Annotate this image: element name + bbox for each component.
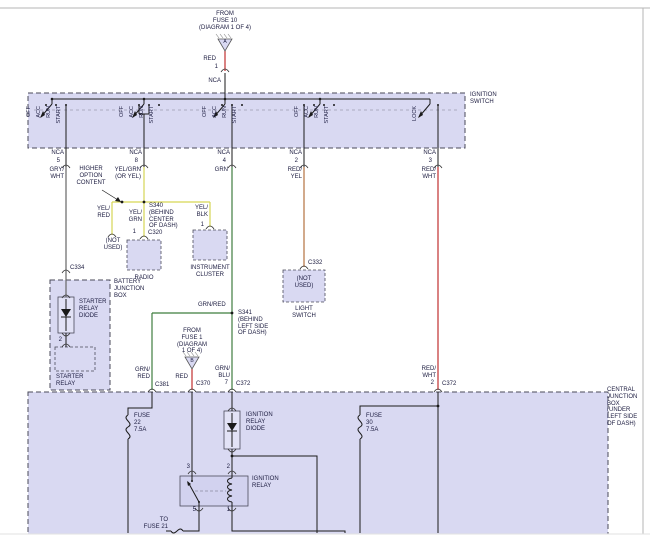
fuse-30-label: FUSE 30 7.5A	[366, 413, 390, 433]
instrument-cluster-box	[193, 230, 227, 260]
pin-2-bottom: 2	[424, 380, 434, 387]
nca-pin5: NCA	[44, 150, 64, 157]
nca-pin3: NCA	[416, 150, 436, 157]
note-from-fuse1: FROM FUSE 1 (DIAGRAM 1 OF 4)	[170, 328, 214, 355]
nca-pin4: NCA	[210, 150, 230, 157]
connector-c372-left: C372	[236, 381, 260, 388]
battery-junction-box-label: BATTERY JUNCTION BOX	[114, 279, 154, 299]
fuse-22-label: FUSE 22 7.5A	[134, 413, 158, 433]
wiring-diagram: FROM FUSE 10 (DIAGRAM 1 OF 4) A RED 1 NC…	[0, 0, 650, 545]
splice-s341	[231, 312, 234, 315]
ignition-switch-box	[28, 93, 465, 148]
sw2-pos-run: RUN	[139, 106, 146, 126]
sw2-pos-start: START	[149, 106, 156, 126]
not-used-note: (NOT USED)	[98, 238, 128, 252]
wire-label-red-wht-bottom: RED/ WHT	[412, 366, 436, 380]
radio-box	[127, 240, 161, 270]
connector-c372-right: C372	[442, 381, 466, 388]
sw2-pos-acc: ACC	[129, 106, 136, 126]
sw4-pos-run: RUN	[314, 106, 321, 126]
nca-pin8: NCA	[122, 150, 142, 157]
light-switch-not-used: (NOT USED)	[289, 276, 319, 290]
connector-c320: C320	[148, 230, 172, 237]
connector-c334: C334	[70, 265, 94, 272]
sw1-pos-acc: ACC	[36, 106, 43, 126]
ignition-switch-label: IGNITION SWITCH	[470, 92, 510, 106]
note-from-fuse10: FROM FUSE 10 (DIAGRAM 1 OF 4)	[187, 11, 263, 31]
sw3-pos-start: START	[232, 106, 239, 126]
pin-2: 2	[286, 158, 298, 165]
starter-relay-box	[55, 347, 95, 371]
splice-s340-label: S340 (BEHIND CENTER OF DASH)	[149, 203, 183, 230]
wire-label-gry-wht: GRY/ WHT	[40, 167, 64, 181]
wire-label-grn-blu: GRN/ BLU	[208, 366, 230, 380]
connector-a-letter: A	[220, 40, 230, 45]
wire-label-yel-grn: YEL/GRN (OR YEL)	[110, 167, 141, 181]
instrument-cluster-label: INSTRUMENT CLUSTER	[188, 265, 232, 279]
sw1-pos-start: START	[56, 106, 63, 126]
ignition-relay-diode-label: IGNITION RELAY DIODE	[246, 412, 280, 432]
pin-8: 8	[126, 158, 138, 165]
wire-label-yel-grn-mid: YEL/ GRN	[122, 210, 142, 224]
diagram-artwork	[0, 0, 650, 545]
splice-s341-label: S341 (BEHIND LEFT SIDE OF DASH)	[238, 310, 278, 337]
sw5-pos-lock: LOCK	[412, 106, 419, 126]
wire-label-yel-blk: YEL/ BLK	[188, 205, 208, 219]
wire-label-grn-red-v: GRN/ RED	[128, 367, 150, 381]
light-switch-label: LIGHT SWITCH	[284, 306, 324, 320]
radio-pin-1: 1	[128, 229, 136, 236]
cluster-pin-1: 1	[196, 222, 204, 229]
pin-5: 5	[48, 158, 60, 165]
sw1-pos-run: RUN	[46, 106, 53, 126]
pin-3: 3	[420, 158, 432, 165]
nca-top: NCA	[201, 78, 221, 85]
higher-option-arrow	[102, 190, 121, 202]
relay-pin-1: 1	[222, 507, 230, 514]
bottom-margin	[0, 534, 650, 545]
nca-pin2: NCA	[282, 150, 302, 157]
sw4-pos-acc: ACC	[304, 106, 311, 126]
relay-pin-5: 5	[188, 507, 196, 514]
wire-label-red-fuse1: RED	[170, 374, 188, 381]
ignition-relay-label: IGNITION RELAY	[252, 476, 288, 490]
starter-relay-diode-label: STARTER RELAY DIODE	[79, 299, 115, 319]
sw3-pos-run: RUN	[222, 106, 229, 126]
wire-label-red-yel: RED/ YEL	[278, 167, 302, 181]
starter-relay-pin-2: 2	[54, 337, 62, 344]
central-junction-box-label: CENTRAL JUNCTION BOX (UNDER LEFT SIDE OF…	[607, 387, 645, 428]
central-junction-box	[28, 392, 608, 538]
sw4-pos-start: START	[324, 106, 331, 126]
to-fuse21-note: TO FUSE 21	[136, 517, 168, 531]
sw1-pos-off: OFF	[26, 106, 33, 126]
sw2-pos-off: OFF	[119, 106, 126, 126]
relay-pin-2: 2	[220, 464, 230, 471]
ignition-relay-box	[180, 476, 248, 506]
connector-c381: C381	[155, 382, 179, 389]
relay-pin-3: 3	[180, 464, 190, 471]
starter-relay-label: STARTER RELAY	[56, 374, 92, 388]
pin-4: 4	[214, 158, 226, 165]
splice-s340	[143, 201, 146, 204]
connector-c332: C332	[308, 260, 332, 267]
pin-1-top: 1	[206, 64, 218, 71]
higher-option-note: HIGHER OPTION CONTENT	[72, 166, 110, 186]
wire-label-grn-red-h: GRN/RED	[198, 302, 230, 309]
connector-b-letter: B	[187, 359, 197, 364]
connector-c370: C370	[196, 381, 220, 388]
wire-label-grn: GRN	[206, 167, 228, 174]
sw4-pos-off: OFF	[294, 106, 301, 126]
sw3-pos-off: OFF	[202, 106, 209, 126]
sw3-pos-acc: ACC	[212, 106, 219, 126]
wire-label-red-top: RED	[196, 56, 216, 63]
wire-label-yel-red: YEL/ RED	[88, 206, 110, 220]
wire-label-red-wht-top: RED/ WHT	[412, 167, 436, 181]
